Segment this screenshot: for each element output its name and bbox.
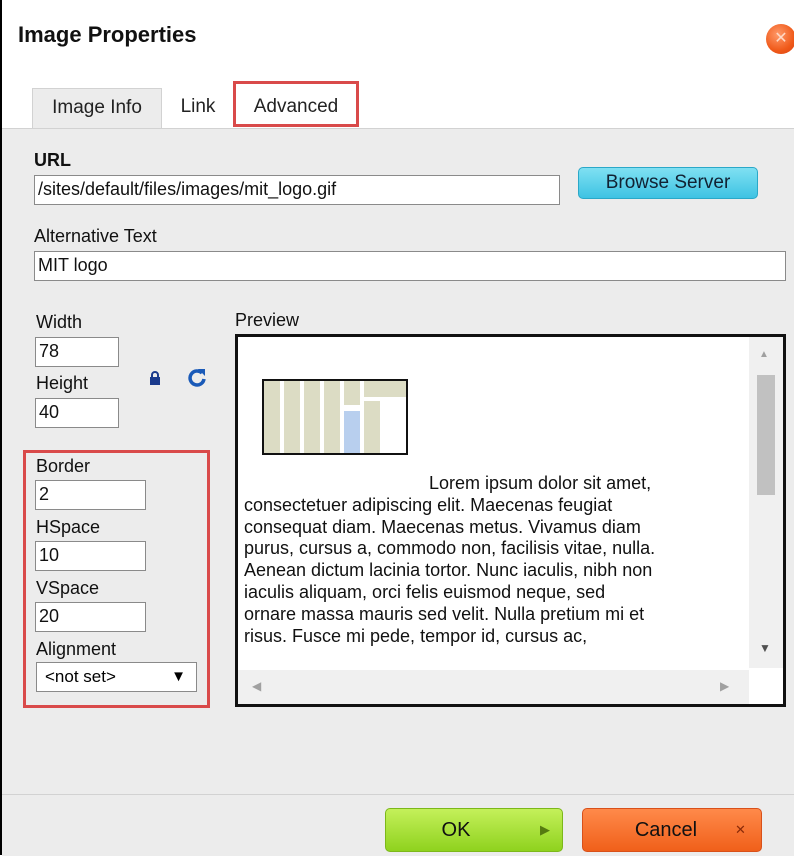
- ok-button[interactable]: OK ▶: [385, 808, 563, 852]
- scroll-down-icon[interactable]: ▼: [759, 641, 771, 655]
- cancel-label: Cancel: [634, 819, 698, 841]
- preview-line: purus, cursus a, commodo non, facilisis …: [244, 538, 656, 559]
- preview-line: Aenean dictum lacinia tortor. Nunc iacul…: [244, 560, 653, 581]
- tab-link[interactable]: Link: [166, 88, 230, 128]
- chevron-right-icon: ▶: [540, 822, 550, 837]
- dialog-titlebar[interactable]: Image Properties ✕: [2, 0, 794, 78]
- vspace-input[interactable]: 20: [35, 602, 146, 632]
- horizontal-scrollbar[interactable]: ◀ ▶: [238, 670, 749, 704]
- alt-text-label: Alternative Text: [34, 226, 157, 246]
- close-icon[interactable]: ✕: [766, 24, 794, 54]
- width-label: Width: [36, 312, 83, 332]
- preview-pane[interactable]: Lorem ipsum dolor sit amet, consectetuer…: [235, 334, 786, 707]
- preview-line: iaculis aliquam, orci felis euismod nequ…: [244, 581, 606, 602]
- scrollbar-thumb[interactable]: [757, 375, 775, 495]
- preview-line: consectetuer adipiscing elit. Maecenas f…: [244, 494, 613, 515]
- preview-line: consequat diam. Maecenas metus. Vivamus …: [244, 516, 641, 537]
- scroll-left-icon[interactable]: ◀: [252, 679, 261, 693]
- alt-text-input[interactable]: MIT logo: [34, 251, 786, 281]
- alignment-value: <not set>: [45, 667, 116, 686]
- browse-server-button[interactable]: Browse Server: [578, 167, 758, 199]
- preview-label: Preview: [235, 310, 300, 330]
- ok-label: OK: [441, 819, 471, 841]
- preview-text: Lorem ipsum dolor sit amet, consectetuer…: [244, 473, 744, 647]
- tab-image-info[interactable]: Image Info: [32, 88, 162, 128]
- dialog-title: Image Properties: [18, 22, 197, 47]
- border-input[interactable]: 2: [35, 480, 146, 510]
- vspace-label: VSpace: [36, 578, 100, 598]
- mit-logo-icon: [264, 381, 406, 453]
- url-input[interactable]: /sites/default/files/images/mit_logo.gif: [34, 175, 560, 205]
- height-input[interactable]: 40: [35, 398, 119, 428]
- lock-icon[interactable]: [149, 371, 161, 385]
- close-x-icon: ✕: [735, 822, 746, 837]
- preview-line: Lorem ipsum dolor sit amet,: [429, 473, 652, 493]
- alignment-label: Alignment: [36, 639, 117, 659]
- scroll-right-icon[interactable]: ▶: [720, 679, 729, 693]
- vertical-scrollbar[interactable]: ▲ ▼: [749, 337, 783, 668]
- reset-size-icon[interactable]: [187, 367, 207, 387]
- hspace-label: HSpace: [36, 517, 101, 537]
- preview-image: [262, 379, 408, 455]
- preview-line: risus. Fusce mi pede, tempor id, cursus …: [244, 625, 588, 646]
- url-label: URL: [34, 150, 71, 170]
- border-label: Border: [36, 456, 91, 476]
- tab-advanced[interactable]: Advanced: [236, 88, 356, 128]
- cancel-button[interactable]: Cancel ✕: [582, 808, 762, 852]
- width-input[interactable]: 78: [35, 337, 119, 367]
- hspace-input[interactable]: 10: [35, 541, 146, 571]
- preview-line: ornare massa mauris sed velit. Nulla pre…: [244, 603, 645, 624]
- image-properties-dialog: Image Properties ✕ Image Info Link Advan…: [0, 0, 794, 856]
- height-label: Height: [36, 373, 89, 393]
- scroll-up-icon[interactable]: ▲: [759, 349, 769, 360]
- alignment-select[interactable]: <not set> ▼: [36, 662, 197, 692]
- dropdown-arrow-icon: ▼: [171, 668, 186, 685]
